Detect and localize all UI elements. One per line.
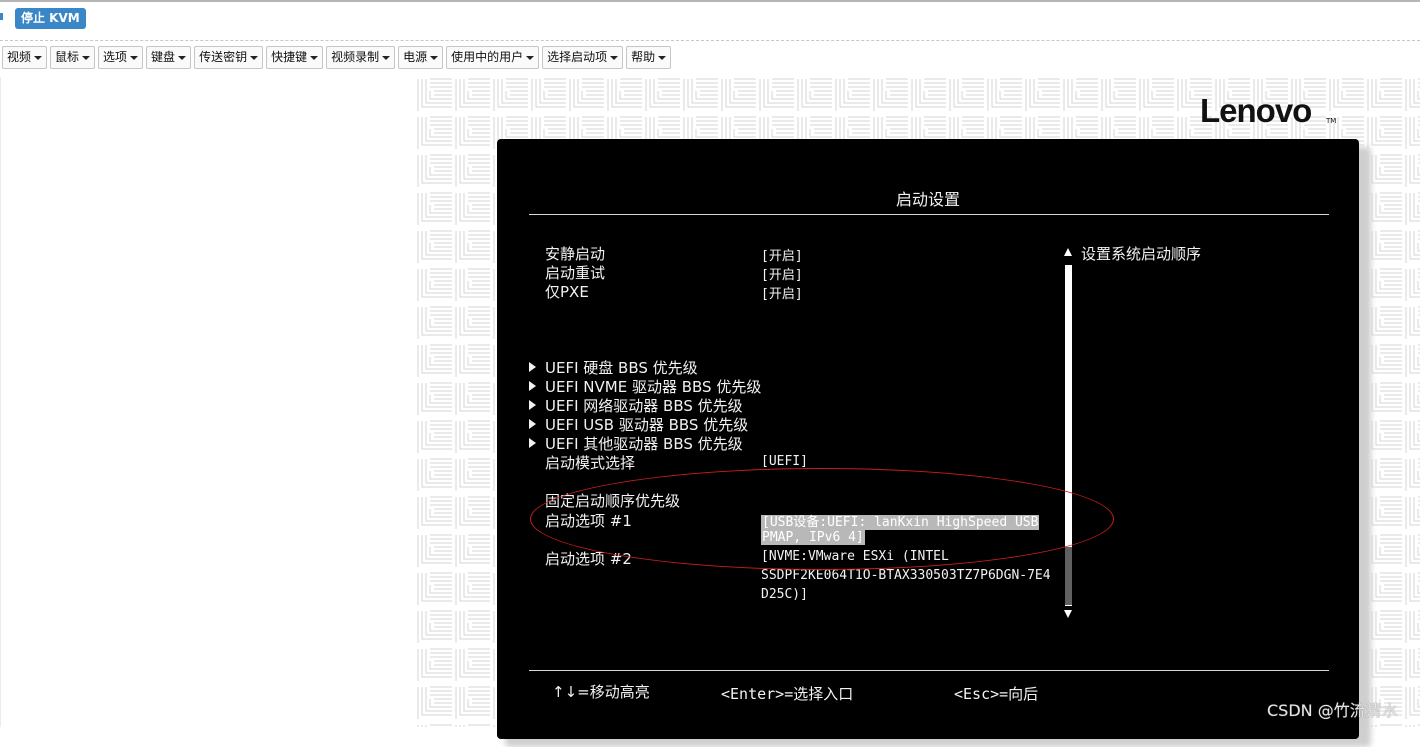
setting-boot-retry[interactable]: 启动重试 <box>545 262 605 283</box>
menu-label: 传送密钥 <box>199 50 248 64</box>
footer-esc-hint: <Esc>=向后 <box>954 685 1039 703</box>
toolbar-separator <box>0 40 1420 41</box>
caret-down-icon <box>526 55 535 60</box>
setting-pxe-only[interactable]: 仅PXE <box>545 281 589 302</box>
menu-label: 电源 <box>403 50 428 64</box>
menu-hotkeys[interactable]: 快捷键 <box>266 46 324 69</box>
menu-label: 视频录制 <box>331 50 380 64</box>
setting-label: 安静启动 <box>545 245 606 263</box>
scrollbar-thumb[interactable] <box>1065 547 1072 605</box>
kvm-menubar: 视频 鼠标 选项 键盘 传送密钥 快捷键 视频录制 电源 使用中的用户 选择启动… <box>2 46 672 69</box>
top-border <box>0 0 1420 2</box>
caret-down-icon <box>34 55 43 60</box>
menu-video-record[interactable]: 视频录制 <box>326 46 396 69</box>
footer-enter-hint: <Enter>=选择入口 <box>721 685 854 703</box>
caret-down-icon <box>82 55 91 60</box>
menu-label: 帮助 <box>631 50 656 64</box>
menu-boot-select[interactable]: 选择启动项 <box>542 46 624 69</box>
caret-down-icon <box>310 55 319 60</box>
setting-label: 启动重试 <box>545 264 606 282</box>
submenu-uefi-nvme[interactable]: UEFI NVME 驱动器 BBS 优先级 <box>545 376 761 397</box>
submenu-uefi-usb[interactable]: UEFI USB 驱动器 BBS 优先级 <box>545 414 748 435</box>
submenu-uefi-other[interactable]: UEFI 其他驱动器 BBS 优先级 <box>545 433 743 454</box>
bios-window[interactable]: 启动设置 安静启动 [开启] 启动重试 [开启] 仅PXE [开启] UEFI … <box>497 139 1359 739</box>
setting-boot-retry-value: [开启] <box>761 268 803 283</box>
caret-down-icon <box>382 55 391 60</box>
trademark-mark: TM <box>1326 117 1337 125</box>
boot-option-2-value-cont: SSDPF2KE064T1O-BTAX330503TZ7P6DGN-7E4 <box>761 568 1051 583</box>
submenu-arrow-icon <box>529 419 536 429</box>
caret-down-icon <box>610 55 619 60</box>
help-text: 设置系统启动顺序 <box>1081 245 1202 263</box>
caret-down-icon <box>250 55 259 60</box>
setting-boot-mode-value: [UEFI] <box>761 454 808 469</box>
bios-title: 启动设置 <box>895 190 960 209</box>
menu-keyboard[interactable]: 键盘 <box>146 46 192 69</box>
menu-power[interactable]: 电源 <box>398 46 444 69</box>
menu-label: 快捷键 <box>271 50 308 64</box>
scroll-up-icon[interactable] <box>1064 248 1072 256</box>
setting-quiet-boot-value: [开启] <box>761 249 803 264</box>
submenu-uefi-hdd[interactable]: UEFI 硬盘 BBS 优先级 <box>545 357 698 378</box>
setting-label: 启动模式选择 <box>545 454 636 472</box>
submenu-arrow-icon <box>529 381 536 391</box>
menu-video[interactable]: 视频 <box>2 46 48 69</box>
menu-send-keys[interactable]: 传送密钥 <box>194 46 264 69</box>
menu-label: 选择启动项 <box>547 50 608 64</box>
boot-option-2-value-cont: D25C)] <box>761 587 808 602</box>
menu-label: 鼠标 <box>55 50 80 64</box>
submenu-arrow-icon <box>529 362 536 372</box>
csdn-watermark: CSDN @竹流清水 <box>1267 701 1398 720</box>
menu-label: 视频 <box>7 50 32 64</box>
lenovo-logo: Lenovo <box>1200 92 1312 129</box>
menu-active-users[interactable]: 使用中的用户 <box>446 46 540 69</box>
setting-boot-mode[interactable]: 启动模式选择 <box>545 452 635 473</box>
menu-options[interactable]: 选项 <box>98 46 144 69</box>
menu-label: 选项 <box>103 50 128 64</box>
setting-quiet-boot[interactable]: 安静启动 <box>545 243 605 264</box>
footer-move-hint: ↑↓=移动高亮 <box>552 683 650 701</box>
submenu-uefi-network[interactable]: UEFI 网络驱动器 BBS 优先级 <box>545 395 743 416</box>
kvm-blank-area <box>0 77 417 727</box>
red-annotation-circle <box>530 468 1114 570</box>
menu-help[interactable]: 帮助 <box>626 46 672 69</box>
scroll-down-icon[interactable] <box>1064 610 1072 618</box>
caret-down-icon <box>130 55 139 60</box>
footer-divider <box>529 670 1329 671</box>
setting-pxe-only-value: [开启] <box>761 287 803 302</box>
edge-indicator <box>0 13 3 20</box>
caret-down-icon <box>178 55 187 60</box>
caret-down-icon <box>658 55 667 60</box>
submenu-arrow-icon <box>529 438 536 448</box>
menu-mouse[interactable]: 鼠标 <box>50 46 96 69</box>
submenu-arrow-icon <box>529 400 536 410</box>
menu-label: 使用中的用户 <box>451 50 524 64</box>
caret-down-icon <box>430 55 439 60</box>
title-divider <box>529 214 1329 215</box>
menu-label: 键盘 <box>151 50 176 64</box>
setting-label: 仅PXE <box>545 283 589 301</box>
stop-kvm-button[interactable]: 停止 KVM <box>15 8 86 29</box>
